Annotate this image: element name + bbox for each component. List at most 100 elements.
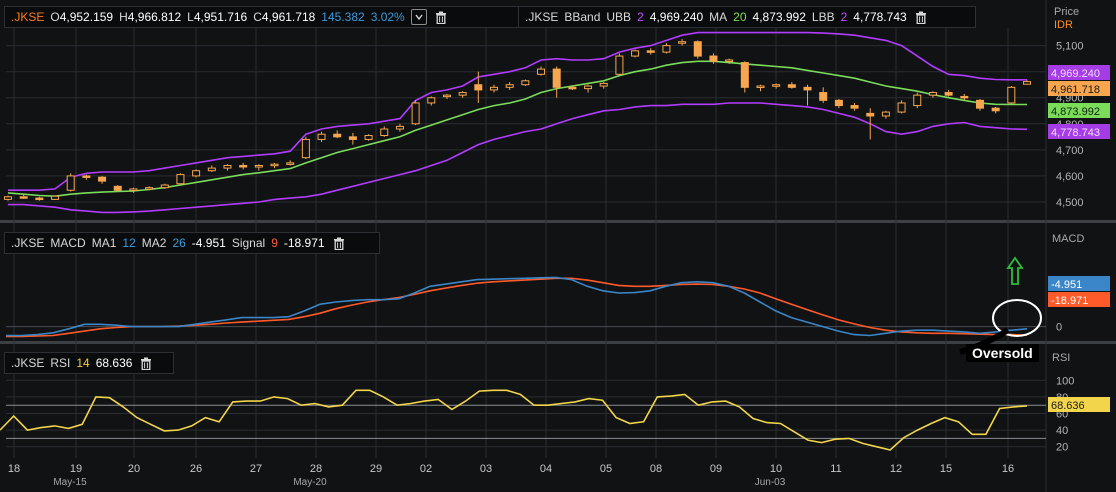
macd-axis-value: -4.951	[1051, 279, 1082, 291]
candle	[521, 79, 530, 87]
rsi-tick-label: 40	[1056, 425, 1068, 437]
candle-body	[207, 167, 216, 172]
candle	[301, 136, 310, 159]
chevron-down-icon	[415, 14, 423, 21]
candle-body	[1023, 81, 1031, 85]
candle-body	[944, 92, 953, 96]
candle	[364, 134, 373, 141]
candle	[192, 169, 201, 178]
candle-body	[82, 175, 91, 178]
dropdown-toggle-button[interactable]	[410, 9, 427, 25]
low-label: L	[187, 10, 194, 24]
candle-body	[160, 184, 169, 189]
ma-period: 20	[733, 10, 747, 24]
delete-bband-button[interactable]	[913, 9, 929, 25]
candle-body	[51, 195, 60, 200]
ma-axis-value: 4,873.992	[1051, 106, 1100, 118]
candle	[913, 92, 922, 109]
candle-body	[584, 85, 593, 90]
rsi-symbol: .JKSE	[11, 356, 45, 370]
candle	[395, 123, 404, 132]
month-label: May-15	[53, 477, 87, 488]
candle-body	[709, 55, 718, 62]
rsi-period: 14	[76, 356, 90, 370]
ma1-period: 12	[122, 236, 136, 250]
signal-label: Signal	[231, 236, 266, 250]
candle-body	[646, 50, 655, 53]
candle-body	[756, 85, 765, 89]
ma-value: 4,873.992	[752, 10, 806, 24]
candle-body	[66, 175, 75, 191]
candle-body	[254, 164, 263, 168]
candle-body	[834, 99, 843, 107]
candle	[113, 185, 122, 192]
candle-body	[113, 185, 122, 191]
candle-body	[552, 68, 561, 88]
candle	[489, 84, 498, 93]
candle-body	[615, 55, 624, 75]
date-tick-label: 18	[8, 463, 20, 475]
candle	[662, 43, 671, 54]
close-axis-value: 4,961.718	[1051, 84, 1100, 96]
ma-label: MA	[709, 10, 728, 24]
signal-axis-value: -18.971	[1051, 295, 1088, 307]
candle	[881, 110, 890, 119]
bband-symbol: .JKSE	[525, 10, 559, 24]
rsi-line	[0, 389, 1028, 451]
candle-body	[223, 164, 232, 169]
candle	[411, 100, 420, 126]
candle-body	[850, 105, 859, 109]
candle-body	[897, 102, 906, 113]
candle	[239, 162, 248, 170]
candle-body	[458, 92, 467, 96]
date-tick-label: 20	[128, 463, 140, 475]
month-label: May-20	[293, 477, 327, 488]
candle-body	[35, 197, 44, 201]
lbb-label: LBB	[811, 10, 835, 24]
bband-lower-line	[8, 102, 1028, 214]
date-tick-label: 15	[940, 463, 952, 475]
price-symbol[interactable]: .JKSE	[11, 10, 44, 24]
signal-period: 9	[271, 236, 278, 250]
candle-body	[98, 176, 107, 182]
macd-legend: .JKSE MACD MA1 12 MA2 26 -4.951 Signal 9…	[4, 232, 380, 254]
ubb-period: 2	[637, 10, 644, 24]
candle	[348, 132, 357, 145]
delete-rsi-button[interactable]	[138, 355, 154, 371]
candle	[646, 48, 655, 55]
up-arrow-icon	[1006, 256, 1024, 285]
lbb-value: 4,778.743	[853, 10, 907, 24]
candle-body	[474, 84, 483, 91]
candle-body	[866, 112, 875, 117]
candle-body	[991, 107, 1000, 112]
candle-body	[348, 136, 357, 140]
date-tick-label: 12	[890, 463, 902, 475]
ma2-label: MA2	[141, 236, 167, 250]
price-tick-label: 4,600	[1056, 171, 1084, 183]
candle-body	[192, 170, 201, 177]
candle	[631, 49, 640, 58]
trash-icon	[141, 357, 152, 370]
delete-price-button[interactable]	[433, 9, 449, 25]
candle-body	[129, 188, 138, 191]
low-value: 4,951.716	[193, 10, 248, 24]
candle	[756, 84, 765, 92]
candle-body	[693, 41, 702, 57]
candle-body	[19, 196, 28, 199]
candle-body	[913, 94, 922, 107]
delete-macd-button[interactable]	[331, 235, 347, 251]
change-value: 145.382	[321, 10, 365, 24]
candle-body	[270, 163, 279, 167]
price-tick-label: 4,500	[1056, 197, 1084, 209]
candle	[35, 196, 44, 201]
candle-body	[521, 80, 530, 86]
high-label: H	[119, 10, 128, 24]
candle-body	[395, 125, 404, 130]
candle	[1007, 86, 1016, 105]
date-tick-label: 28	[310, 463, 322, 475]
candle	[693, 40, 702, 59]
candle-body	[803, 86, 812, 91]
candle	[991, 106, 1000, 114]
price-legend: .JKSE O4,952.159 H4,966.812 L4,951.716 C…	[4, 6, 526, 28]
candle-body	[176, 174, 185, 185]
